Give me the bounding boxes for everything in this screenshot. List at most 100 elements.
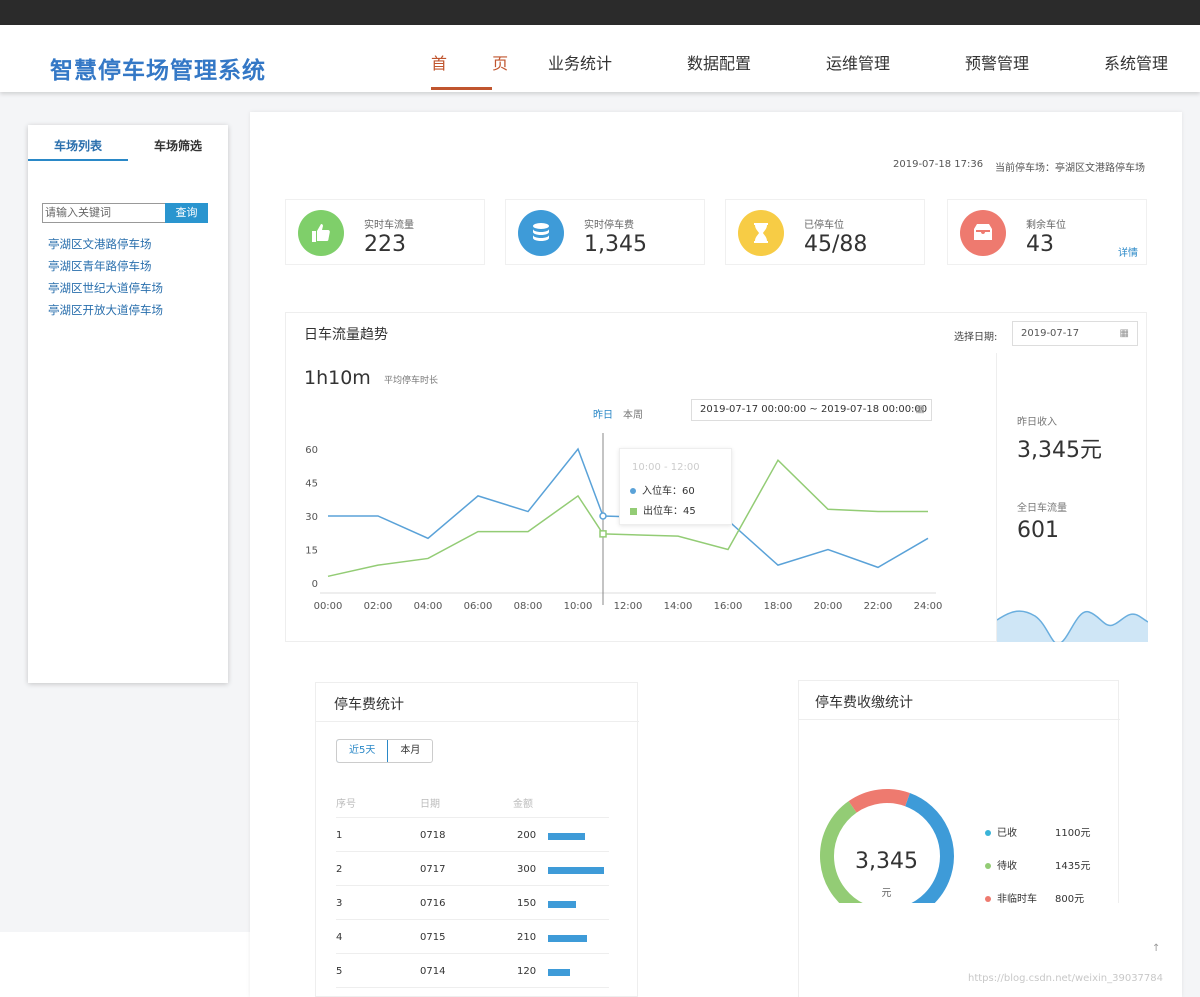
- tab-lot-list[interactable]: 车场列表: [54, 137, 102, 154]
- table-cell-amount: 210: [517, 932, 537, 943]
- column-header: 日期: [420, 799, 440, 810]
- calendar-icon: ▦: [915, 404, 925, 415]
- table-cell-no: 1: [336, 830, 343, 841]
- data-point: [599, 530, 607, 538]
- nav-alerts[interactable]: 预警管理: [965, 50, 1029, 90]
- table-cell-no: 5: [336, 966, 343, 977]
- row-divider: [336, 885, 609, 886]
- tab-yesterday[interactable]: 昨日: [593, 406, 613, 421]
- tab-lot-filter[interactable]: 车场筛选: [154, 137, 202, 154]
- thumbs-up-icon: [298, 210, 344, 256]
- avg-parking-label: 平均停车时长: [384, 376, 439, 386]
- sidebar: 车场列表 车场筛选 请输入关键词 查询 亭湖区文港路停车场 亭湖区青年路停车场 …: [28, 125, 228, 683]
- tooltip-row-out: 出位车：45: [630, 502, 696, 517]
- x-tick-label: 12:00: [614, 601, 643, 612]
- nav-business-stats[interactable]: 业务统计: [548, 50, 612, 90]
- app-title: 智慧停车场管理系统: [50, 58, 266, 84]
- table-cell-date: 0717: [420, 864, 446, 875]
- panel-title: 日车流量趋势: [304, 327, 388, 343]
- row-divider: [336, 851, 609, 852]
- date-label: 选择日期:: [954, 332, 998, 343]
- x-tick-label: 10:00: [564, 601, 593, 612]
- x-tick-label: 14:00: [664, 601, 693, 612]
- table-cell-amount: 300: [517, 864, 537, 875]
- card-label: 剩余车位: [1026, 220, 1066, 231]
- parking-fee-panel: 停车费统计 近5天 本月 序号 日期 金额 1 0718 200 2 0717 300 3 0…: [315, 682, 639, 997]
- nav-data-config[interactable]: 数据配置: [687, 50, 751, 90]
- active-tab-indicator: [28, 159, 128, 161]
- sidebar-item-lot[interactable]: 亭湖区世纪大道停车场: [48, 280, 163, 296]
- fee-collection-panel: 停车费收缴统计 3,345 元 已收 1100元 待收 1435元 非临时车 8…: [798, 680, 1120, 997]
- tab-last-5-days[interactable]: 近5天: [337, 740, 389, 762]
- table-cell-date: 0714: [420, 966, 446, 977]
- table-cell-amount: 200: [517, 830, 537, 841]
- stat-card-fee: 实时停车费 1,345: [505, 199, 705, 265]
- daily-summary: 昨日收入 3,345元 全日车流量 601: [996, 353, 1148, 642]
- card-value: 223: [364, 232, 406, 257]
- card-value: 1,345: [584, 232, 647, 257]
- y-tick-label: 0: [312, 579, 318, 590]
- amount-bar: [548, 935, 588, 942]
- tab-this-week[interactable]: 本周: [623, 406, 643, 421]
- x-tick-label: 16:00: [714, 601, 743, 612]
- date-picker[interactable]: 2019-07-17 ▦: [1012, 321, 1138, 346]
- x-tick-label: 20:00: [814, 601, 843, 612]
- income-label: 昨日收入: [1017, 417, 1057, 428]
- date-range-picker[interactable]: 2019-07-17 00:00:00 ~ 2019-07-18 00:00:0…: [691, 399, 932, 421]
- y-tick-label: 60: [305, 445, 318, 456]
- nav-system[interactable]: 系统管理: [1104, 50, 1168, 90]
- table-cell-amount: 150: [517, 898, 537, 909]
- legend-amount: 1100元: [1055, 828, 1091, 839]
- nav-ops[interactable]: 运维管理: [826, 50, 890, 90]
- amount-bar: [548, 867, 604, 874]
- app-header: 智慧停车场管理系统 首 页 业务统计 数据配置 运维管理 预警管理 系统管理: [0, 25, 1200, 92]
- search-button[interactable]: 查询: [165, 203, 208, 223]
- bottom-band: [0, 932, 250, 997]
- panel-title: 停车费收缴统计: [815, 695, 913, 711]
- inbox-tray-icon: [960, 210, 1006, 256]
- x-tick-label: 00:00: [314, 601, 343, 612]
- divider: [799, 719, 1120, 720]
- x-tick-label: 02:00: [364, 601, 393, 612]
- row-divider: [336, 817, 609, 818]
- table-cell-no: 4: [336, 932, 343, 943]
- x-tick-label: 08:00: [514, 601, 543, 612]
- x-tick-label: 06:00: [464, 601, 493, 612]
- tab-this-month[interactable]: 本月: [388, 740, 432, 762]
- stat-card-occupied: 已停车位 45/88: [725, 199, 925, 265]
- search-input[interactable]: 请输入关键词: [42, 203, 166, 223]
- status-current-lot: 当前停车场：亭湖区文港路停车场: [995, 163, 1145, 174]
- period-toggle: 近5天 本月: [336, 739, 434, 763]
- amount-bar: [548, 969, 571, 976]
- chart-tooltip: 10:00 - 12:00 入位车：60 出位车：45: [619, 448, 732, 525]
- dashboard-main: 2019-07-18 17:36 当前停车场：亭湖区文港路停车场 实时车流量 2…: [250, 112, 1182, 997]
- data-point: [599, 512, 607, 520]
- y-tick-label: 30: [305, 512, 318, 523]
- watermark: https://blog.csdn.net/weixin_39037784: [968, 973, 1164, 984]
- sparkline-area: [997, 610, 1148, 642]
- details-link[interactable]: 详情: [1118, 244, 1138, 259]
- table-cell-date: 0718: [420, 830, 446, 841]
- date-range-value: 2019-07-17 00:00:00 ~ 2019-07-18 00:00:0…: [700, 404, 928, 415]
- nav-home[interactable]: 首 页: [431, 50, 508, 90]
- hourglass-icon: [738, 210, 784, 256]
- donut-unit: 元: [881, 888, 892, 899]
- card-label: 已停车位: [804, 220, 844, 231]
- amount-bar: [548, 901, 576, 908]
- table-cell-date: 0716: [420, 898, 446, 909]
- tooltip-row-in: 入位车：60: [630, 482, 695, 497]
- flow-label: 全日车流量: [1017, 503, 1067, 514]
- column-header: 金额: [513, 799, 533, 810]
- sidebar-item-lot[interactable]: 亭湖区青年路停车场: [48, 258, 152, 274]
- stat-card-remaining: 剩余车位 43 详情: [947, 199, 1147, 265]
- card-value: 43: [1026, 232, 1054, 257]
- sidebar-item-lot[interactable]: 亭湖区开放大道停车场: [48, 302, 163, 318]
- sidebar-item-lot[interactable]: 亭湖区文港路停车场: [48, 236, 152, 252]
- scroll-top-icon[interactable]: ↑: [1152, 943, 1160, 954]
- stat-card-flow: 实时车流量 223: [285, 199, 485, 265]
- legend-amount: 1435元: [1055, 861, 1091, 872]
- date-value: 2019-07-17: [1021, 328, 1080, 339]
- row-divider: [336, 953, 609, 954]
- panel-title: 停车费统计: [334, 697, 404, 713]
- row-divider: [336, 987, 609, 988]
